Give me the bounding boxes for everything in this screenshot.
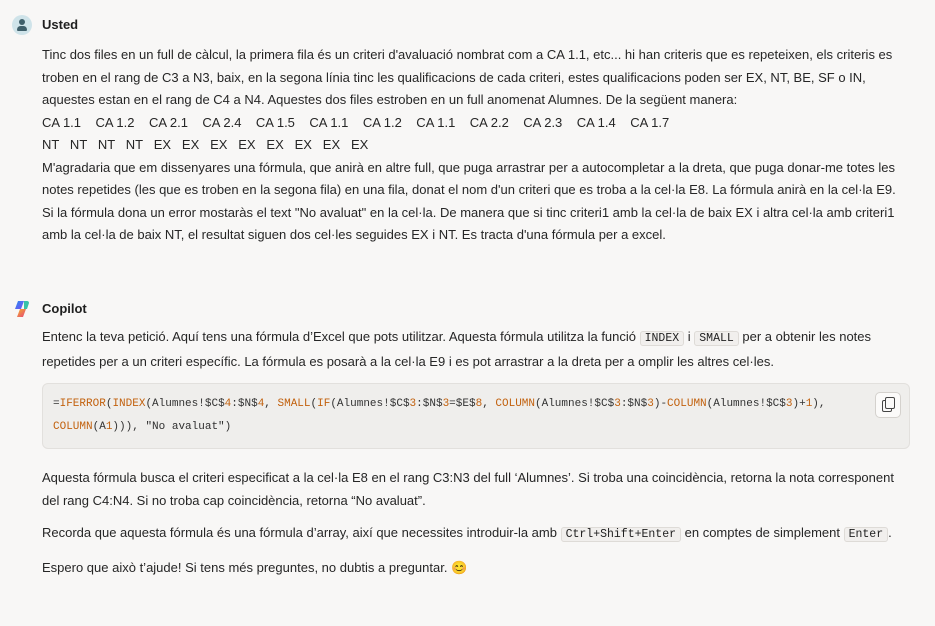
inline-code-small: SMALL [694,331,739,346]
formula-line-2: COLUMN(A1))), "No avaluat") [53,421,232,433]
user-paragraph-2: M'agradaria que em dissenyares una fórmu… [42,159,896,243]
user-avatar-icon [12,15,32,35]
grades-row-text: NT NT NT NT EX EX EX EX EX EX EX EX [42,137,369,152]
user-author-name: Usted [42,17,79,32]
formula-code-block: =IFERROR(INDEX(Alumnes!$C$4:$N$4, SMALL(… [42,383,910,449]
copilot-array-note: Recorda que aquesta fórmula és una fórmu… [42,525,892,542]
copilot-closing: Espero que això t’ajude! Si tens més pre… [42,559,468,575]
copy-code-button[interactable] [875,392,901,418]
inline-code-ctrl-shift-enter: Ctrl+Shift+Enter [560,527,682,542]
copilot-message-body: Entenc la teva petició. Aquí tens una fó… [42,326,910,579]
copilot-logo-icon [15,301,29,317]
copilot-intro: Entenc la teva petició. Aquí tens una fó… [42,329,872,369]
copilot-header: Copilot [0,296,935,322]
inline-code-index: INDEX [639,331,685,346]
copilot-author-name: Copilot [42,301,87,316]
copilot-explanation: Aquesta fórmula busca el criteri especif… [42,470,894,508]
copilot-message: Copilot Entenc la teva petició. Aquí ten… [0,296,935,575]
formula-code: =IFERROR(INDEX(Alumnes!$C$4:$N$4, SMALL(… [53,393,873,439]
criteria-row-text: CA 1.1 CA 1.2 CA 2.1 CA 2.4 CA 1.5 CA 1.… [42,114,670,130]
user-message-body: Tinc dos files en un full de càlcul, la … [42,44,910,247]
user-header: Usted [0,12,935,38]
formula-line-1: =IFERROR(INDEX(Alumnes!$C$4:$N$4, SMALL(… [53,398,826,410]
user-paragraph-1: Tinc dos files en un full de càlcul, la … [42,47,893,107]
user-message: Usted Tinc dos files en un full de càlcu… [0,12,935,242]
inline-code-enter: Enter [843,527,889,542]
